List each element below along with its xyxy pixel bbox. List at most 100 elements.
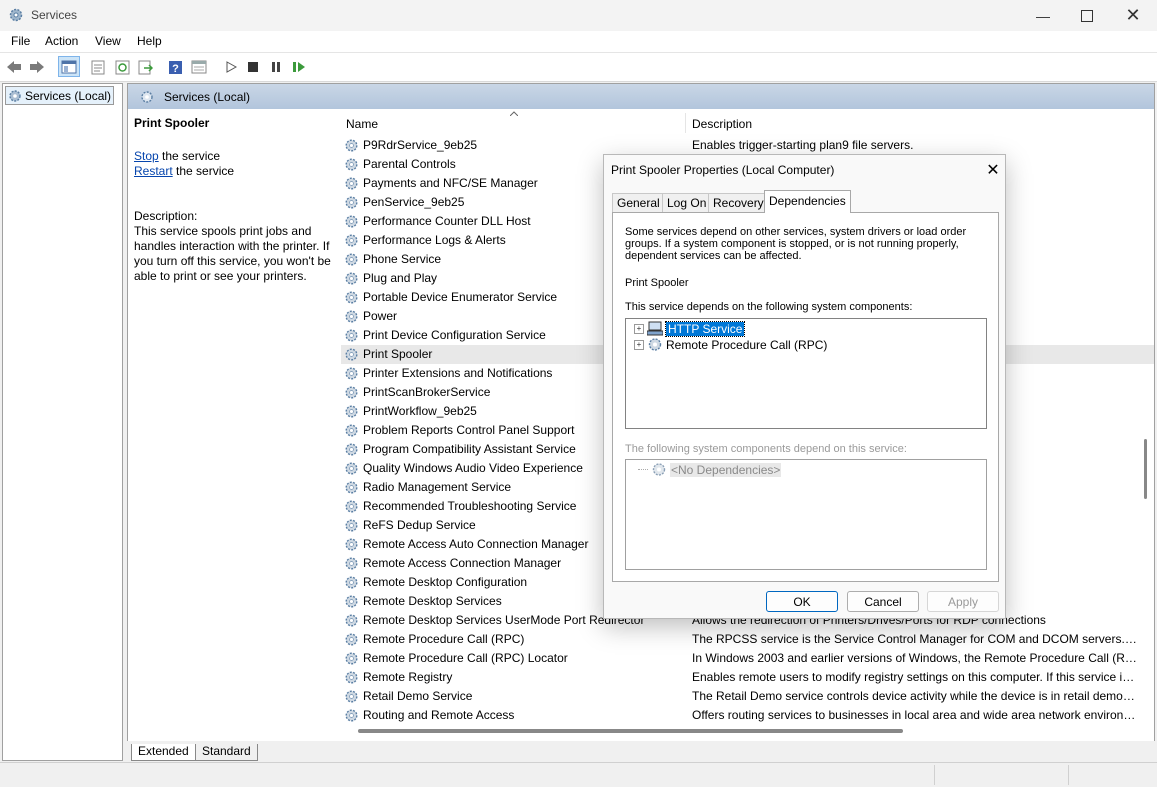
- gear-icon: [345, 614, 358, 627]
- tab-standard[interactable]: Standard: [195, 744, 258, 761]
- menu-view[interactable]: View: [95, 34, 121, 48]
- dialog-close-button[interactable]: ✕: [982, 159, 1004, 181]
- tab-dependencies[interactable]: Dependencies: [764, 190, 851, 213]
- dependents-tree[interactable]: <No Dependencies>: [625, 459, 987, 570]
- forward-icon: [30, 61, 44, 73]
- gear-icon: [141, 91, 153, 103]
- gear-icon: [345, 253, 358, 266]
- service-name-cell: Radio Management Service: [363, 480, 512, 494]
- forward-button[interactable]: [27, 57, 47, 77]
- table-row[interactable]: Retail Demo Service The Retail Demo servi…: [341, 687, 1154, 706]
- dependency-label: Remote Procedure Call (RPC): [666, 337, 828, 352]
- gear-icon: [345, 424, 358, 437]
- console-tree-button[interactable]: [58, 56, 80, 77]
- back-icon: [7, 61, 21, 73]
- service-name-cell: PenService_9eb25: [363, 195, 465, 209]
- service-name-cell: Remote Registry: [363, 670, 453, 684]
- service-detail-panel: Print Spooler Stop the service Restart t…: [134, 116, 332, 284]
- vertical-scroll-thumb[interactable]: [1144, 439, 1147, 499]
- service-name-cell: Routing and Remote Access: [363, 708, 515, 722]
- gear-icon: [345, 633, 358, 646]
- service-name-cell: Recommended Troubleshooting Service: [363, 499, 577, 513]
- restart-service-link[interactable]: Restart: [134, 164, 173, 178]
- tab-general[interactable]: General: [612, 193, 665, 212]
- table-row[interactable]: Remote Procedure Call (RPC) Locator In Wi…: [341, 649, 1154, 668]
- menu-help[interactable]: Help: [137, 34, 162, 48]
- help-button[interactable]: ?: [165, 57, 185, 77]
- service-name-cell: Portable Device Enumerator Service: [363, 290, 558, 304]
- service-name-cell: Power: [363, 309, 398, 323]
- gear-icon: [345, 652, 358, 665]
- service-name-cell: PrintWorkflow_9eb25: [363, 404, 477, 418]
- pause-service-button[interactable]: [266, 57, 286, 77]
- dependent-label: <No Dependencies>: [670, 462, 782, 477]
- gear-icon: [345, 272, 358, 285]
- dependencies-intro: Some services depend on other services, …: [625, 226, 967, 262]
- service-description-cell: Offers routing services to businesses in…: [692, 708, 1138, 722]
- service-description-cell: Enables remote users to modify registry …: [692, 670, 1138, 684]
- export-button[interactable]: [135, 57, 155, 77]
- menu-action[interactable]: Action: [45, 34, 78, 48]
- stop-service-link[interactable]: Stop: [134, 149, 159, 163]
- network-service-icon: [647, 321, 663, 336]
- ok-button[interactable]: OK: [766, 591, 838, 612]
- view-button[interactable]: [189, 57, 209, 77]
- export-icon: [138, 60, 153, 74]
- tree-item-label: Services (Local): [25, 88, 112, 103]
- start-icon: [226, 61, 237, 73]
- dependency-label: HTTP Service: [664, 320, 746, 337]
- detail-title: Print Spooler: [134, 116, 210, 130]
- resume-service-button[interactable]: [289, 57, 309, 77]
- description-label: Description:: [134, 209, 198, 223]
- column-divider: [685, 113, 686, 133]
- gear-icon: [345, 443, 358, 456]
- gear-icon: [9, 89, 21, 102]
- close-button[interactable]: ✕: [1110, 0, 1156, 31]
- gear-icon: [345, 310, 358, 323]
- back-button[interactable]: [4, 57, 24, 77]
- gear-icon: [345, 595, 358, 608]
- content-header: Services (Local): [128, 84, 1154, 109]
- cancel-button[interactable]: Cancel: [847, 591, 919, 612]
- apply-button[interactable]: Apply: [927, 591, 999, 612]
- service-name-cell: Print Spooler: [363, 347, 433, 361]
- dependent-item-none: <No Dependencies>: [638, 462, 782, 477]
- stop-service-button[interactable]: [243, 57, 263, 77]
- tab-recovery[interactable]: Recovery: [708, 193, 769, 212]
- expand-icon[interactable]: +: [634, 339, 644, 350]
- gear-icon: [345, 405, 358, 418]
- dependency-item-http-service[interactable]: + HTTP Service: [634, 320, 746, 337]
- expand-icon[interactable]: +: [634, 323, 644, 334]
- table-row[interactable]: P9RdrService_9eb25 Enables trigger-starti…: [341, 136, 1154, 155]
- minimize-button[interactable]: —: [1020, 0, 1066, 31]
- tab-log-on[interactable]: Log On: [662, 193, 712, 212]
- service-name-cell: Remote Access Auto Connection Manager: [363, 537, 589, 551]
- horizontal-scroll-thumb[interactable]: [358, 729, 903, 733]
- gear-icon: [345, 709, 358, 722]
- view-icon: [191, 60, 207, 74]
- menu-file[interactable]: File: [11, 34, 30, 48]
- start-service-button[interactable]: [221, 57, 241, 77]
- properties-button[interactable]: [88, 57, 108, 77]
- maximize-button[interactable]: [1064, 0, 1110, 31]
- table-row[interactable]: Remote Procedure Call (RPC) The RPCSS ser…: [341, 630, 1154, 649]
- menu-bar: File Action View Help: [0, 31, 1157, 53]
- gear-icon: [345, 234, 358, 247]
- service-name-cell: Quality Windows Audio Video Experience: [363, 461, 583, 475]
- tab-extended[interactable]: Extended: [131, 744, 196, 761]
- window-title: Services: [31, 8, 78, 22]
- gear-icon: [345, 329, 358, 342]
- vertical-scrollbar[interactable]: [1140, 109, 1150, 725]
- refresh-button[interactable]: [112, 57, 132, 77]
- table-row[interactable]: Remote Registry Enables remote users to m…: [341, 668, 1154, 687]
- column-header-description[interactable]: Description: [692, 117, 752, 131]
- table-row[interactable]: Routing and Remote Access Offers routing …: [341, 706, 1154, 725]
- service-name-cell: Parental Controls: [363, 157, 456, 171]
- column-header-name[interactable]: Name: [346, 117, 378, 131]
- dependency-item-rpc[interactable]: + Remote Procedure Call (RPC): [634, 337, 827, 352]
- toolbar: ?: [0, 53, 1157, 82]
- gear-icon: [345, 158, 358, 171]
- tree-item-services-local[interactable]: Services (Local): [5, 86, 114, 105]
- depends-on-tree[interactable]: + HTTP Service + Remote Procedure Call (…: [625, 318, 987, 429]
- dialog-title: Print Spooler Properties (Local Computer…: [611, 163, 835, 177]
